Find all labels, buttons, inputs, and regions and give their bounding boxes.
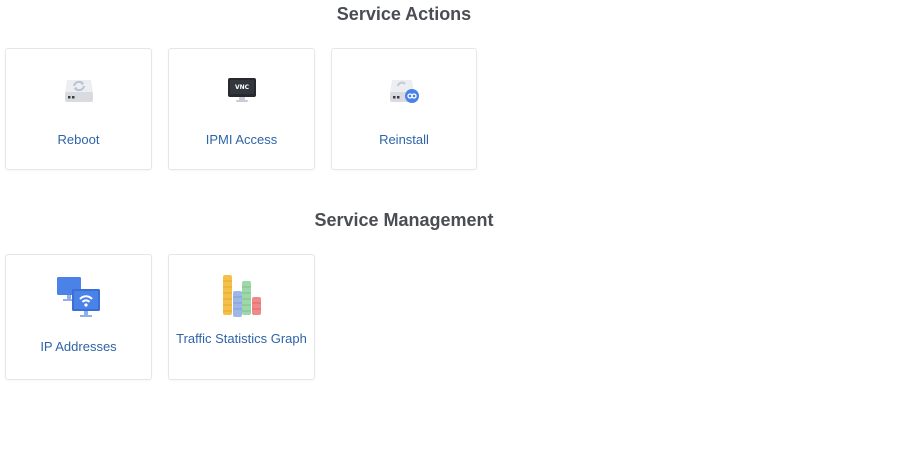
server-reboot-icon [64, 80, 93, 102]
service-actions-heading: Service Actions [336, 4, 472, 24]
ip-addresses-card[interactable]: IP Addresses [5, 254, 152, 380]
reboot-card[interactable]: Reboot [5, 48, 152, 170]
ipmi-access-card[interactable]: VNC IPMI Access [168, 48, 315, 170]
ipmi-access-label: IPMI Access [205, 132, 278, 147]
vnc-monitor-icon: VNC [227, 78, 256, 102]
reboot-label: Reboot [57, 132, 100, 147]
network-monitors-icon [56, 277, 100, 317]
traffic-statistics-label: Traffic Statistics Graph [176, 331, 307, 346]
traffic-statistics-card[interactable]: Traffic Statistics Graph [168, 254, 315, 380]
traffic-bars-icon [222, 275, 261, 317]
server-reinstall-icon [390, 80, 419, 103]
service-management-heading: Service Management [314, 210, 494, 230]
svg-text:VNC: VNC [234, 84, 249, 91]
reinstall-label: Reinstall [379, 132, 429, 147]
reinstall-card[interactable]: Reinstall [331, 48, 477, 170]
ip-addresses-label: IP Addresses [40, 339, 117, 354]
